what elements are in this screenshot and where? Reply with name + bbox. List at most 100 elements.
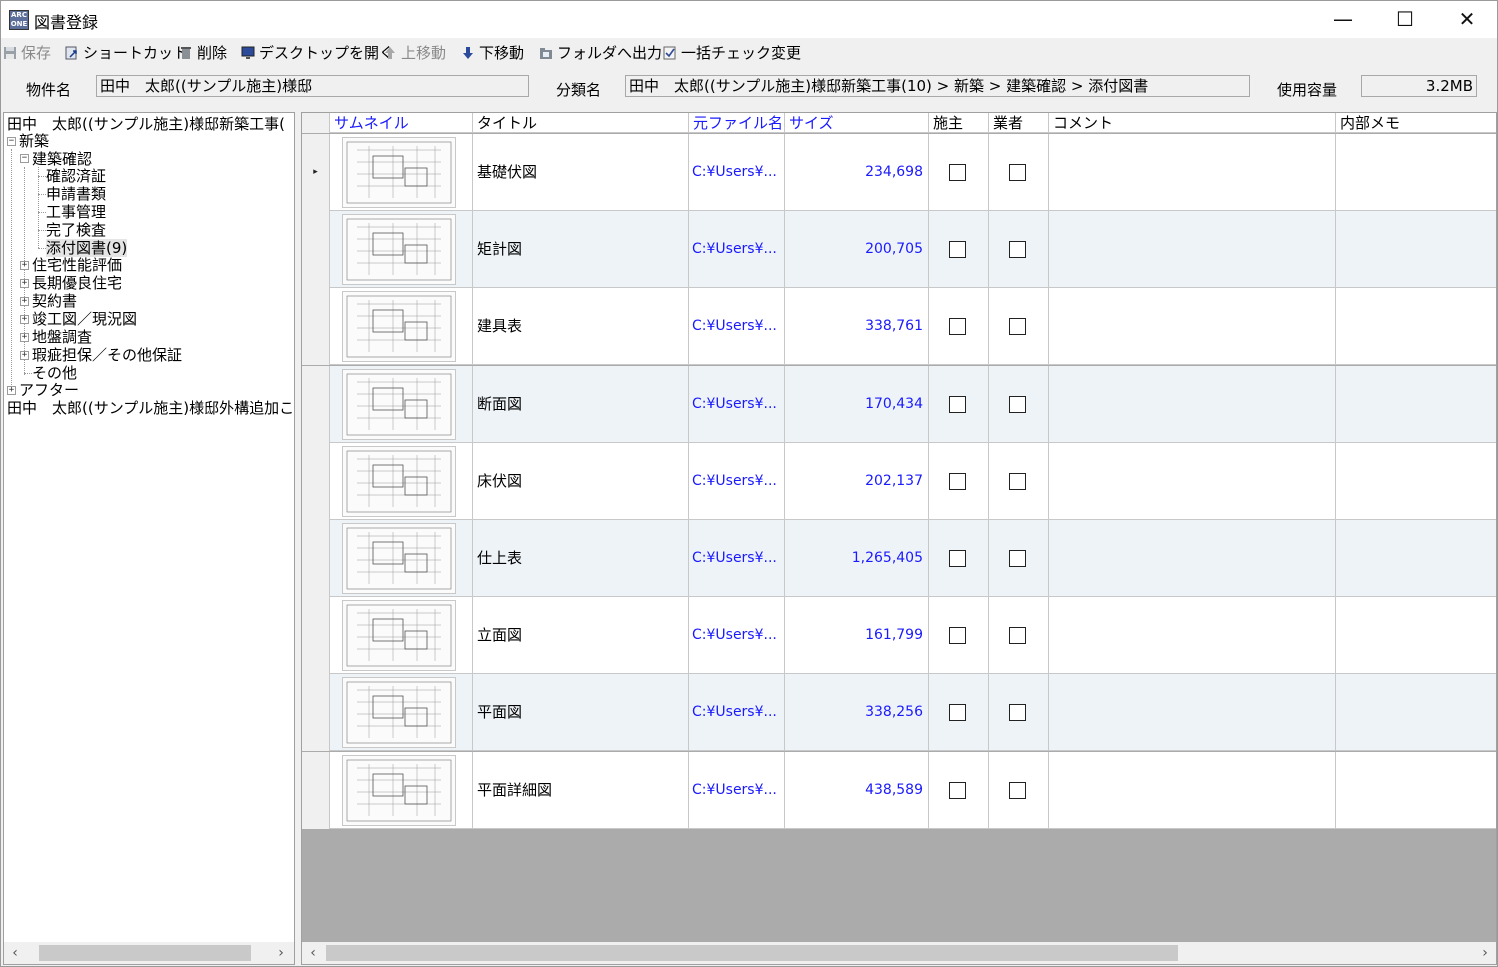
table-row[interactable]: ▸ 基礎伏図 C:¥Users¥... 234,698 xyxy=(302,134,1496,211)
comment-cell[interactable] xyxy=(1049,597,1336,675)
filename-cell[interactable]: C:¥Users¥... xyxy=(689,211,785,289)
column-header-owner[interactable]: 施主 xyxy=(929,113,989,133)
thumbnail-cell[interactable] xyxy=(330,288,473,366)
tree-item-shunkozu[interactable]: 竣工図／現況図 xyxy=(32,310,137,328)
row-header[interactable] xyxy=(302,211,330,289)
collapse-icon[interactable]: − xyxy=(7,137,16,146)
vendor-checkbox[interactable] xyxy=(1009,164,1026,181)
vendor-checkbox[interactable] xyxy=(1009,318,1026,336)
save-button[interactable]: 保存 xyxy=(3,42,51,64)
title-cell[interactable]: 断面図 xyxy=(473,365,689,443)
vendor-checkbox[interactable] xyxy=(1009,472,1026,490)
expand-icon[interactable]: + xyxy=(20,315,29,324)
thumbnail-cell[interactable] xyxy=(330,597,473,675)
owner-checkbox[interactable] xyxy=(949,550,966,567)
column-header-filename[interactable]: 元ファイル名 xyxy=(689,113,785,133)
table-row[interactable]: 平面詳細図 C:¥Users¥... 438,589 xyxy=(302,751,1496,829)
scroll-right-icon[interactable]: › xyxy=(1474,942,1496,964)
filename-cell[interactable]: C:¥Users¥... xyxy=(689,288,785,366)
memo-cell[interactable] xyxy=(1336,288,1496,365)
tree-item-root-exterior[interactable]: 田中 太郎((サンプル施主)様邸外構追加こ xyxy=(7,399,294,417)
title-cell[interactable]: 仕上表 xyxy=(473,520,689,597)
table-row[interactable]: 建具表 C:¥Users¥... 338,761 xyxy=(302,288,1496,366)
title-cell[interactable]: 矩計図 xyxy=(473,211,689,289)
comment-cell[interactable] xyxy=(1049,134,1336,211)
bulk-check-button[interactable]: 一括チェック変更 xyxy=(663,42,801,64)
row-header[interactable]: ▸ xyxy=(302,134,330,211)
owner-checkbox[interactable] xyxy=(949,627,966,645)
title-cell[interactable]: 建具表 xyxy=(473,288,689,366)
table-row[interactable]: 立面図 C:¥Users¥... 161,799 xyxy=(302,597,1496,675)
memo-cell[interactable] xyxy=(1336,211,1496,288)
thumbnail-cell[interactable] xyxy=(330,211,473,289)
table-row[interactable]: 矩計図 C:¥Users¥... 200,705 xyxy=(302,211,1496,289)
column-header-size[interactable]: サイズ xyxy=(785,113,929,133)
tree-item-after[interactable]: アフター xyxy=(19,381,79,399)
row-header[interactable] xyxy=(302,365,330,443)
thumbnail-cell[interactable] xyxy=(330,520,473,597)
thumbnail-cell[interactable] xyxy=(330,442,473,520)
comment-cell[interactable] xyxy=(1049,442,1336,520)
filename-cell[interactable]: C:¥Users¥... xyxy=(689,442,785,520)
row-header[interactable] xyxy=(302,597,330,675)
grid-horizontal-scrollbar[interactable]: ‹ › xyxy=(302,942,1496,964)
delete-button[interactable]: 削除 xyxy=(179,42,227,64)
column-header-thumbnail[interactable]: サムネイル xyxy=(330,113,473,133)
filename-cell[interactable]: C:¥Users¥... xyxy=(689,751,785,829)
row-header[interactable] xyxy=(302,674,330,752)
row-header[interactable] xyxy=(302,288,330,366)
comment-cell[interactable] xyxy=(1049,365,1336,443)
filename-cell[interactable]: C:¥Users¥... xyxy=(689,597,785,675)
tree-horizontal-scrollbar[interactable]: ‹ › xyxy=(4,942,294,964)
scrollbar-thumb[interactable] xyxy=(326,945,1178,961)
memo-cell[interactable] xyxy=(1336,597,1496,674)
comment-cell[interactable] xyxy=(1049,674,1336,752)
table-row[interactable]: 仕上表 C:¥Users¥... 1,265,405 xyxy=(302,520,1496,597)
tree-item-kakunin-zumisho[interactable]: 確認済証 xyxy=(46,167,106,185)
tree-item-keiyakusho[interactable]: 契約書 xyxy=(32,292,77,310)
scroll-left-icon[interactable]: ‹ xyxy=(302,942,324,964)
owner-checkbox[interactable] xyxy=(949,472,966,490)
title-cell[interactable]: 立面図 xyxy=(473,597,689,675)
shortcut-button[interactable]: ショートカット xyxy=(65,42,188,64)
owner-checkbox[interactable] xyxy=(949,241,966,259)
tree-item-kashi-tanpo[interactable]: 瑕疵担保／その他保証 xyxy=(32,346,182,364)
table-row[interactable]: 床伏図 C:¥Users¥... 202,137 xyxy=(302,442,1496,520)
vendor-checkbox[interactable] xyxy=(1009,241,1026,259)
title-cell[interactable]: 基礎伏図 xyxy=(473,134,689,211)
scrollbar-thumb[interactable] xyxy=(39,945,251,961)
owner-checkbox[interactable] xyxy=(949,318,966,336)
tree-item-jiban-chosa[interactable]: 地盤調査 xyxy=(32,328,92,346)
tree-item-root-project[interactable]: 田中 太郎((サンプル施主)様邸新築工事( xyxy=(7,115,285,133)
memo-cell[interactable] xyxy=(1336,443,1496,520)
tree-item-choki-yuryo[interactable]: 長期優良住宅 xyxy=(32,274,122,292)
tree-item-kanryo-kensa[interactable]: 完了検査 xyxy=(46,221,106,239)
category-name-field[interactable]: 田中 太郎((サンプル施主)様邸新築工事(10) > 新築 > 建築確認 > 添… xyxy=(625,75,1250,97)
tree-item-shinsei-shorui[interactable]: 申請書類 xyxy=(46,185,106,203)
scroll-right-icon[interactable]: › xyxy=(270,942,292,964)
tree-item-jutaku-seino[interactable]: 住宅性能評価 xyxy=(32,256,122,274)
move-down-button[interactable]: 下移動 xyxy=(461,42,524,64)
filename-cell[interactable]: C:¥Users¥... xyxy=(689,674,785,752)
column-header-title[interactable]: タイトル xyxy=(473,113,689,133)
move-up-button[interactable]: 上移動 xyxy=(383,42,446,64)
tree-item-tenpu-zusho-selected[interactable]: 添付図書(9) xyxy=(46,239,128,257)
tree-item-koji-kanri[interactable]: 工事管理 xyxy=(46,203,106,221)
memo-cell[interactable] xyxy=(1336,674,1496,751)
thumbnail-cell[interactable] xyxy=(330,674,473,752)
thumbnail-cell[interactable] xyxy=(330,751,473,829)
filename-cell[interactable]: C:¥Users¥... xyxy=(689,365,785,443)
owner-checkbox[interactable] xyxy=(949,164,966,181)
vendor-checkbox[interactable] xyxy=(1009,704,1026,722)
vendor-checkbox[interactable] xyxy=(1009,550,1026,567)
vendor-checkbox[interactable] xyxy=(1009,395,1026,413)
tree-item-kenchiku-kakunin[interactable]: 建築確認 xyxy=(32,150,92,168)
comment-cell[interactable] xyxy=(1049,288,1336,366)
collapse-icon[interactable]: − xyxy=(20,154,29,163)
expand-icon[interactable]: + xyxy=(20,297,29,306)
expand-icon[interactable]: + xyxy=(20,261,29,270)
thumbnail-cell[interactable] xyxy=(330,365,473,443)
table-row[interactable]: 断面図 C:¥Users¥... 170,434 xyxy=(302,365,1496,443)
column-header-vendor[interactable]: 業者 xyxy=(989,113,1049,133)
memo-cell[interactable] xyxy=(1336,134,1496,211)
